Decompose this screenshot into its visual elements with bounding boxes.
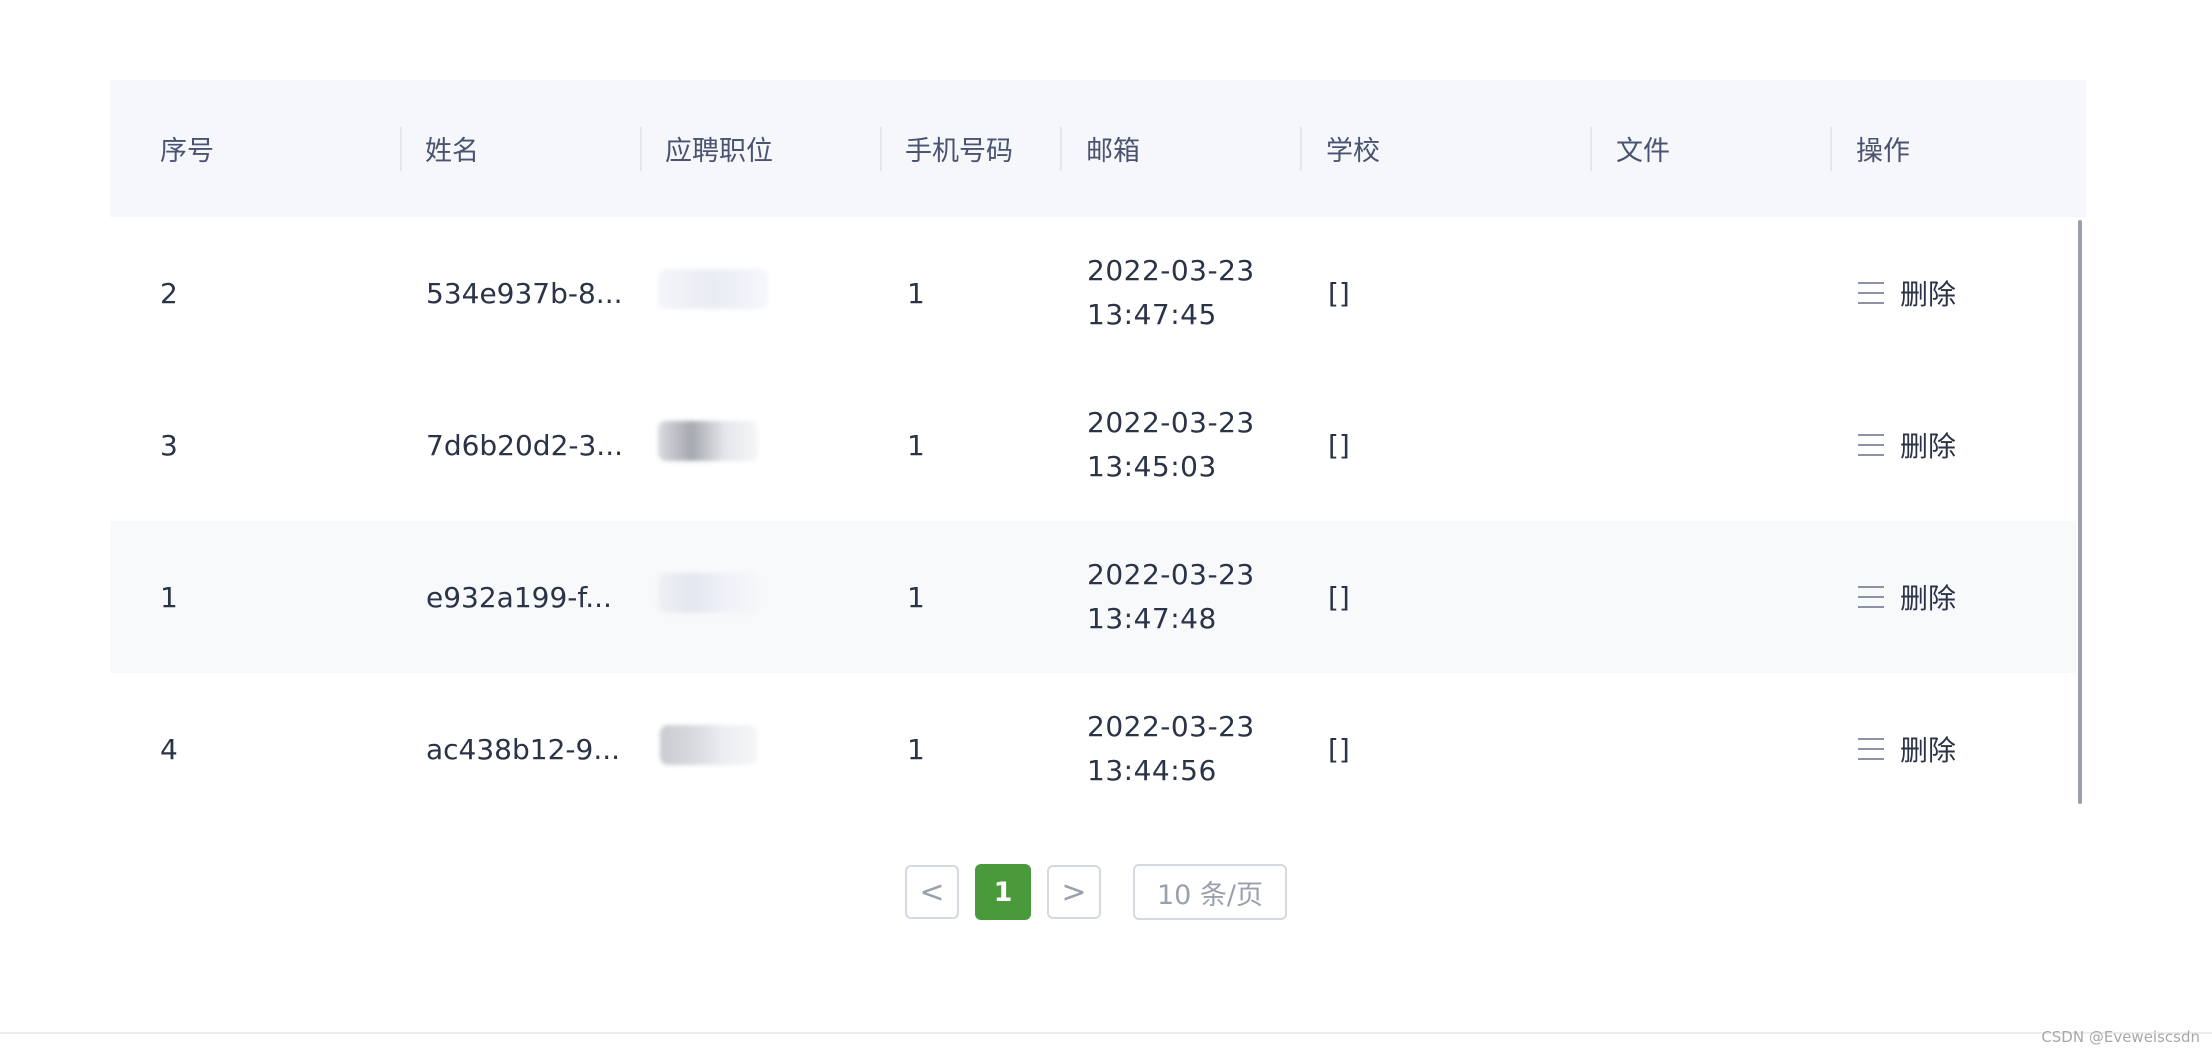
table-body: 2 534e937b-8... 1 2022-03-23 13:47:45 []… (110, 217, 2086, 825)
row-actions: 删除 (1858, 673, 1956, 825)
column-divider (640, 127, 642, 171)
column-divider (880, 127, 882, 171)
menu-icon[interactable] (1858, 434, 1884, 456)
cell-date: 2022-03-23 (1087, 406, 1255, 439)
watermark: CSDN @Eveweiscsdn (2041, 1028, 2200, 1046)
cell-date: 2022-03-23 (1087, 710, 1255, 743)
redacted-position (658, 573, 758, 613)
column-header-file: 文件 (1616, 136, 1670, 167)
redacted-position (658, 269, 768, 309)
column-header-phone: 手机号码 (905, 136, 1013, 167)
row-actions: 删除 (1858, 217, 1956, 369)
redacted-position (658, 421, 758, 461)
column-header-school: 学校 (1326, 136, 1380, 167)
row-actions: 删除 (1858, 369, 1956, 521)
column-header-actions: 操作 (1856, 136, 1910, 167)
table-row: 2 534e937b-8... 1 2022-03-23 13:47:45 []… (110, 217, 2076, 369)
footer-divider (0, 1032, 2212, 1034)
cell-index: 1 (160, 580, 178, 614)
cell-phone: 1 (907, 732, 925, 766)
column-divider (1060, 127, 1062, 171)
column-header-name: 姓名 (425, 136, 479, 167)
column-header-position: 应聘职位 (665, 136, 773, 167)
cell-school: [] (1328, 276, 1350, 310)
column-divider (1590, 127, 1592, 171)
cell-school: [] (1328, 580, 1350, 614)
cell-date: 2022-03-23 (1087, 254, 1255, 287)
column-divider (1300, 127, 1302, 171)
prev-page-button[interactable]: < (905, 865, 959, 919)
delete-button[interactable]: 删除 (1900, 729, 1956, 769)
cell-name: 534e937b-8... (426, 276, 623, 310)
cell-time: 13:47:48 (1087, 602, 1217, 635)
vertical-scrollbar[interactable] (2078, 220, 2082, 804)
column-header-index: 序号 (160, 136, 214, 167)
cell-index: 4 (160, 732, 178, 766)
menu-icon[interactable] (1858, 586, 1884, 608)
next-page-button[interactable]: > (1047, 865, 1101, 919)
table-header: 序号 姓名 应聘职位 手机号码 邮箱 学校 文件 操作 (110, 80, 2086, 217)
cell-time: 13:44:56 (1087, 754, 1217, 787)
cell-index: 3 (160, 428, 178, 462)
column-divider (1830, 127, 1832, 171)
column-header-email: 邮箱 (1086, 136, 1140, 167)
cell-phone: 1 (907, 580, 925, 614)
table-row: 4 ac438b12-9... 1 2022-03-23 13:44:56 []… (110, 673, 2076, 825)
cell-email: 2022-03-23 13:44:56 (1087, 673, 1255, 825)
delete-button[interactable]: 删除 (1900, 425, 1956, 465)
current-page-button[interactable]: 1 (975, 864, 1031, 920)
cell-email: 2022-03-23 13:47:45 (1087, 217, 1255, 369)
table-row: 3 7d6b20d2-3... 1 2022-03-23 13:45:03 []… (110, 369, 2076, 521)
pagination: < 1 > 10 条/页 (905, 864, 1287, 920)
cell-phone: 1 (907, 428, 925, 462)
delete-button[interactable]: 删除 (1900, 273, 1956, 313)
cell-school: [] (1328, 428, 1350, 462)
row-actions: 删除 (1858, 521, 1956, 673)
column-divider (400, 127, 402, 171)
cell-email: 2022-03-23 13:47:48 (1087, 521, 1255, 673)
cell-index: 2 (160, 276, 178, 310)
delete-button[interactable]: 删除 (1900, 577, 1956, 617)
cell-name: 7d6b20d2-3... (426, 428, 624, 462)
menu-icon[interactable] (1858, 282, 1884, 304)
cell-time: 13:47:45 (1087, 298, 1217, 331)
menu-icon[interactable] (1858, 738, 1884, 760)
redacted-position (660, 725, 758, 765)
data-table: 序号 姓名 应聘职位 手机号码 邮箱 学校 文件 操作 2 534e937b-8… (110, 80, 2086, 825)
cell-phone: 1 (907, 276, 925, 310)
cell-email: 2022-03-23 13:45:03 (1087, 369, 1255, 521)
cell-name: ac438b12-9... (426, 732, 621, 766)
cell-date: 2022-03-23 (1087, 558, 1255, 591)
cell-school: [] (1328, 732, 1350, 766)
cell-name: e932a199-f... (426, 580, 612, 614)
table-row: 1 e932a199-f... 1 2022-03-23 13:47:48 []… (110, 521, 2076, 673)
cell-time: 13:45:03 (1087, 450, 1217, 483)
page-size-select[interactable]: 10 条/页 (1133, 864, 1287, 920)
